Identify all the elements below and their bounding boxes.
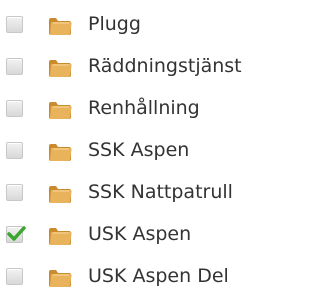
tree-item-label[interactable]: USK Aspen Del xyxy=(88,263,229,289)
tree-item-usk-aspen-del[interactable]: USK Aspen Del xyxy=(0,262,280,292)
folder-icon xyxy=(49,18,72,35)
tree-item-raddningstjanst[interactable]: Räddningstjänst xyxy=(0,52,280,82)
folder-icon xyxy=(49,144,72,161)
tree-item-label[interactable]: Räddningstjänst xyxy=(88,53,242,79)
tree-item-label[interactable]: Plugg xyxy=(88,11,141,37)
tree-item-label[interactable]: SSK Aspen xyxy=(88,137,189,163)
tree-item-usk-aspen[interactable]: USK Aspen xyxy=(0,220,280,250)
tree-item-plugg[interactable]: Plugg xyxy=(0,10,280,40)
folder-icon xyxy=(49,270,72,287)
folder-icon xyxy=(49,102,72,119)
tree-item-label[interactable]: SSK Nattpatrull xyxy=(88,179,233,205)
tree-item-ssk-aspen[interactable]: SSK Aspen xyxy=(0,136,280,166)
folder-tree: Plugg Räddningstjänst Renhållning SSK As… xyxy=(0,0,280,295)
tree-item-label[interactable]: Renhållning xyxy=(88,95,200,121)
checkbox[interactable] xyxy=(6,58,23,75)
tree-item-ssk-nattpatrull[interactable]: SSK Nattpatrull xyxy=(0,178,280,208)
tree-item-renhallning[interactable]: Renhållning xyxy=(0,94,280,124)
checkbox[interactable] xyxy=(6,268,23,285)
folder-icon xyxy=(49,60,72,77)
folder-icon xyxy=(49,186,72,203)
checkbox[interactable] xyxy=(6,16,23,33)
checkbox[interactable] xyxy=(6,226,26,243)
checkmark-icon xyxy=(7,226,26,241)
checkbox[interactable] xyxy=(6,184,23,201)
checkbox[interactable] xyxy=(6,142,23,159)
folder-icon xyxy=(49,228,72,245)
tree-item-label[interactable]: USK Aspen xyxy=(88,221,191,247)
checkbox[interactable] xyxy=(6,100,23,117)
